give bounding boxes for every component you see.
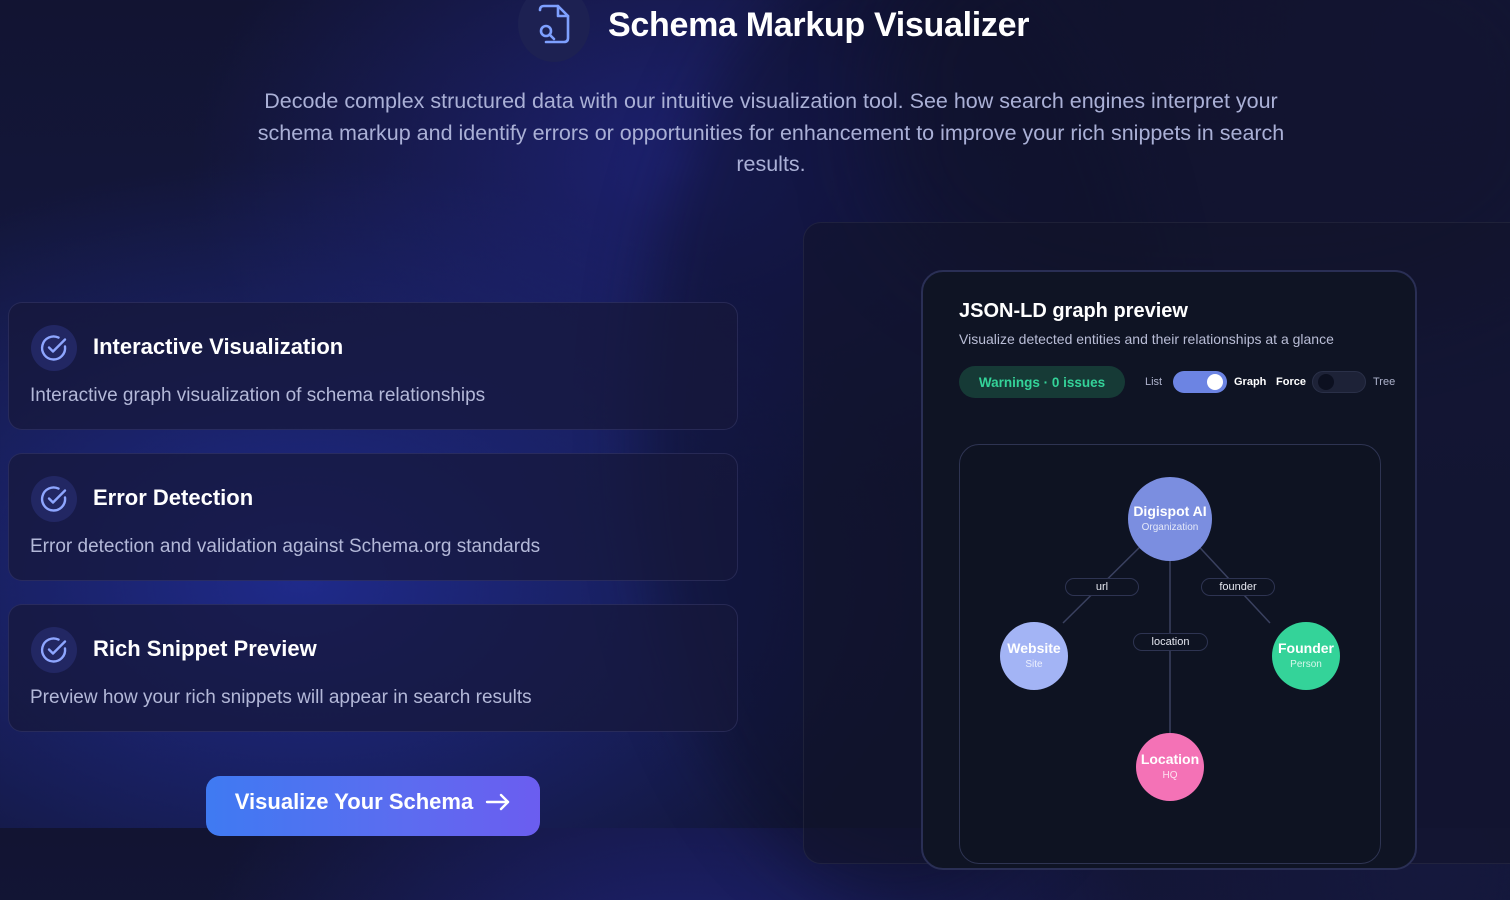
visualize-schema-button[interactable]: Visualize Your Schema xyxy=(206,776,540,836)
node-name: Location xyxy=(1140,751,1200,767)
toggle-knob xyxy=(1318,374,1334,390)
cta-label: Visualize Your Schema xyxy=(234,789,474,814)
preview-title: JSON-LD graph preview xyxy=(959,300,1188,322)
toggle-label-force: Force xyxy=(1276,376,1306,388)
toggle-label-tree: Tree xyxy=(1373,376,1396,388)
layout-mode-toggle[interactable] xyxy=(1312,371,1366,393)
edge-label-location: location xyxy=(1133,633,1208,651)
toggle-label-graph: Graph xyxy=(1234,376,1267,388)
node-type: Organization xyxy=(1141,522,1199,533)
page-subtitle: Decode complex structured data with our … xyxy=(257,89,1285,176)
page-title: Schema Markup Visualizer xyxy=(608,6,1030,44)
check-circle-icon xyxy=(31,476,77,522)
check-circle-icon xyxy=(31,627,77,673)
feature-card-rich-snippet-preview: Rich Snippet Preview Preview how your ri… xyxy=(8,604,738,732)
feature-card-error-detection: Error Detection Error detection and vali… xyxy=(8,453,738,581)
graph-canvas[interactable]: url founder location Digispot AI Organiz… xyxy=(959,444,1381,864)
feature-title: Error Detection xyxy=(93,485,254,510)
feature-title: Interactive Visualization xyxy=(93,334,344,359)
toggle-knob xyxy=(1207,374,1223,390)
graph-preview-card: JSON-LD graph preview Visualize detected… xyxy=(921,270,1417,870)
feature-description: Interactive graph visualization of schem… xyxy=(30,385,486,406)
node-name: Founder xyxy=(1278,640,1334,656)
arrow-right-icon xyxy=(485,789,511,817)
view-mode-toggle[interactable] xyxy=(1173,371,1227,393)
feature-description: Error detection and validation against S… xyxy=(30,536,541,557)
node-name: Website xyxy=(1007,640,1061,656)
graph-node-founder[interactable]: Founder Person xyxy=(1272,622,1340,690)
warnings-badge: Warnings · 0 issues xyxy=(959,366,1125,398)
feature-description: Preview how your rich snippets will appe… xyxy=(30,687,532,708)
preview-subtitle: Visualize detected entities and their re… xyxy=(959,331,1334,347)
graph-node-organization[interactable]: Digispot AI Organization xyxy=(1128,477,1212,561)
graph-node-website[interactable]: Website Site xyxy=(1000,622,1068,690)
edge-label-url: url xyxy=(1065,578,1139,596)
feature-card-interactive-visualization: Interactive Visualization Interactive gr… xyxy=(8,302,738,430)
edge-label-founder: founder xyxy=(1201,578,1275,596)
file-search-icon xyxy=(518,0,590,62)
node-type: Person xyxy=(1290,659,1322,670)
check-circle-icon xyxy=(31,325,77,371)
graph-node-location[interactable]: Location HQ xyxy=(1136,733,1204,801)
node-type: HQ xyxy=(1162,770,1178,781)
feature-title: Rich Snippet Preview xyxy=(93,636,317,661)
node-name: Digispot AI xyxy=(1133,503,1207,519)
toggle-label-list: List xyxy=(1145,376,1163,388)
node-type: Site xyxy=(1025,659,1043,670)
